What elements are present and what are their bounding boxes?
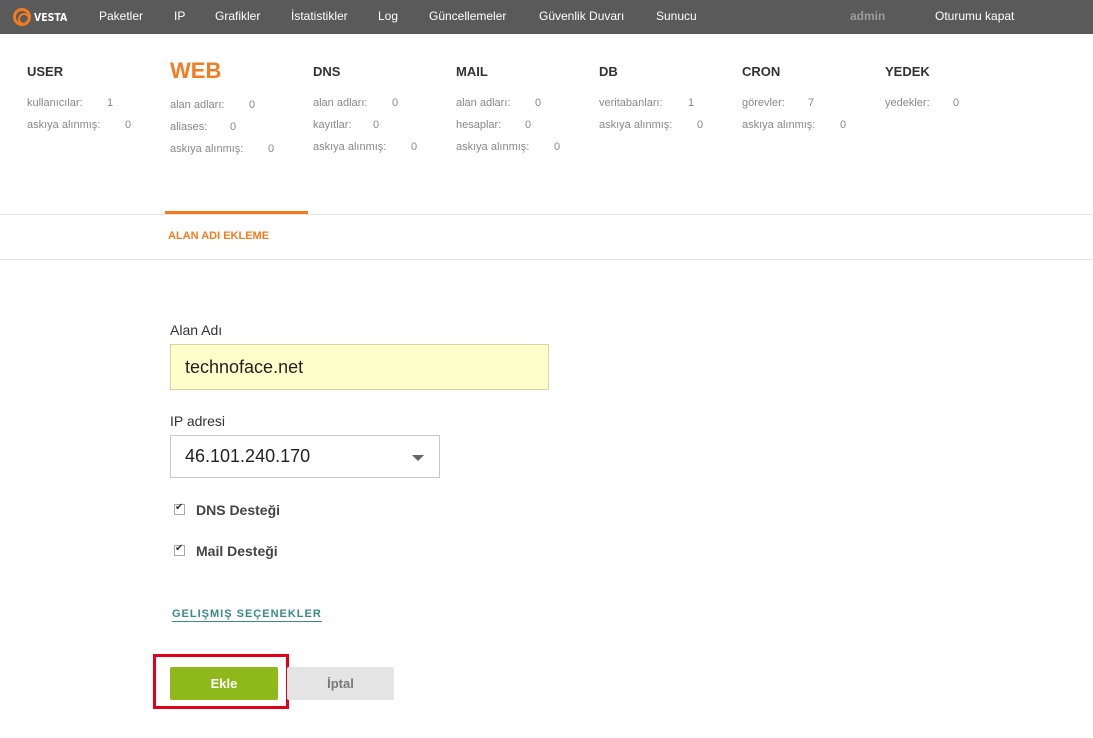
stat-row: hesaplar: 0: [456, 114, 532, 136]
nav-item-log[interactable]: Log: [378, 9, 398, 23]
logo-text: VESTA: [34, 10, 68, 24]
stat-row: askıya alınmış: 0: [313, 136, 417, 158]
divider: [0, 259, 1093, 260]
nav-user-admin[interactable]: admin: [850, 9, 885, 23]
nav-item-guvenlik-duvari[interactable]: Güvenlik Duvarı: [539, 9, 624, 23]
stat-label: askıya alınmış:: [313, 141, 387, 153]
stat-value: 0: [554, 141, 561, 153]
stat-panel-db[interactable]: DB veritabanları: 1 askıya alınmış: 0: [599, 60, 703, 136]
stat-value: 1: [107, 97, 114, 109]
stat-label: hesaplar:: [456, 119, 502, 131]
stat-value: 0: [249, 99, 256, 111]
mail-support-label[interactable]: Mail Desteği: [196, 543, 278, 559]
stat-value: 7: [808, 97, 815, 109]
stat-row: alan adları: 0: [456, 92, 541, 114]
dns-support-checkbox[interactable]: [174, 502, 185, 515]
stat-title-active[interactable]: WEB: [170, 60, 243, 84]
stat-label: görevler:: [742, 97, 785, 109]
stat-value: 1: [688, 97, 695, 109]
stat-row: askıya alınmış: 0: [27, 114, 131, 136]
stat-panel-mail[interactable]: MAIL alan adları: 0 hesaplar: 0 askıya alı…: [456, 60, 560, 158]
stat-row: görevler: 7: [742, 92, 815, 114]
stat-label: yedekler:: [885, 97, 930, 109]
ip-label: IP adresi: [170, 413, 225, 429]
stat-title[interactable]: USER: [27, 60, 100, 84]
add-button[interactable]: Ekle: [170, 667, 278, 700]
stat-row: kayıtlar: 0: [313, 114, 386, 136]
stat-label: aliases:: [170, 121, 208, 133]
stat-row: alan adları: 0: [313, 92, 398, 114]
stat-panel-cron[interactable]: CRON görevler: 7 askıya alınmış: 0: [742, 60, 846, 136]
stat-label: alan adları:: [313, 97, 368, 109]
stat-value: 0: [373, 119, 380, 131]
stat-title[interactable]: YEDEK: [885, 60, 930, 84]
mail-support-checkbox[interactable]: [174, 543, 185, 556]
stat-panel-user[interactable]: USER kullanıcılar: 1 askıya alınmış: 0: [27, 60, 131, 136]
nav-item-paketler[interactable]: Paketler: [99, 9, 143, 23]
nav-item-istatistikler[interactable]: İstatistikler: [291, 9, 348, 23]
stat-value: 0: [840, 119, 847, 131]
stat-label: askıya alınmış:: [742, 119, 816, 131]
domain-label: Alan Adı: [170, 322, 223, 338]
stat-row: kullanıcılar: 1: [27, 92, 113, 114]
stat-row: askıya alınmış: 0: [170, 138, 274, 160]
stat-panel-dns[interactable]: DNS alan adları: 0 kayıtlar: 0 askıya alın…: [313, 60, 417, 158]
top-navigation-bar: VESTA Paketler IP Grafikler İstatistikle…: [0, 0, 1093, 34]
ip-select-value: 46.101.240.170: [185, 446, 311, 466]
vesta-logo-icon: [13, 8, 31, 26]
vesta-logo[interactable]: VESTA: [13, 8, 73, 26]
ip-select[interactable]: 46.101.240.170: [170, 435, 440, 478]
nav-item-ip[interactable]: IP: [174, 9, 185, 23]
advanced-options-link[interactable]: GELIŞMIŞ SEÇENEKLER: [172, 608, 322, 622]
nav-item-guncellemeler[interactable]: Güncellemeler: [429, 9, 506, 23]
stat-row: askıya alınmış: 0: [456, 136, 560, 158]
chevron-down-icon: [412, 455, 424, 461]
divider: [0, 214, 1093, 215]
stat-value: 0: [535, 97, 542, 109]
stat-label: askıya alınmış:: [27, 119, 101, 131]
dns-support-label[interactable]: DNS Desteği: [196, 502, 280, 518]
stat-title[interactable]: DB: [599, 60, 672, 84]
stat-row: yedekler: 0: [885, 92, 959, 114]
stat-label: kayıtlar:: [313, 119, 352, 131]
stat-value: 0: [268, 143, 275, 155]
stat-label: kullanıcılar:: [27, 97, 83, 109]
stat-value: 0: [125, 119, 132, 131]
domain-input[interactable]: technoface.net: [170, 344, 549, 390]
stat-panel-web[interactable]: WEB alan adları: 0 aliases: 0 askıya alınm…: [170, 60, 274, 160]
stat-label: askıya alınmış:: [170, 143, 244, 155]
stat-title[interactable]: MAIL: [456, 60, 529, 84]
stat-row: veritabanları: 1: [599, 92, 694, 114]
logout-link[interactable]: Oturumu kapat: [935, 9, 1014, 23]
stat-label: askıya alınmış:: [456, 141, 530, 153]
stat-label: alan adları:: [456, 97, 511, 109]
section-title: ALAN ADI EKLEME: [168, 230, 270, 242]
stat-label: veritabanları:: [599, 97, 663, 109]
nav-item-grafikler[interactable]: Grafikler: [215, 9, 260, 23]
stat-value: 0: [953, 97, 960, 109]
stat-value: 0: [230, 121, 237, 133]
stat-value: 0: [411, 141, 418, 153]
stat-panel-yedek[interactable]: YEDEK yedekler: 0: [885, 60, 959, 114]
stat-label: alan adları:: [170, 99, 225, 111]
stat-row: askıya alınmış: 0: [599, 114, 703, 136]
stat-row: askıya alınmış: 0: [742, 114, 846, 136]
nav-item-sunucu[interactable]: Sunucu: [656, 9, 697, 23]
stat-value: 0: [697, 119, 704, 131]
stat-title[interactable]: DNS: [313, 60, 386, 84]
stat-row: alan adları: 0: [170, 94, 255, 116]
cancel-button[interactable]: İptal: [287, 667, 394, 700]
stat-row: aliases: 0: [170, 116, 243, 138]
stat-value: 0: [392, 97, 399, 109]
stat-title[interactable]: CRON: [742, 60, 815, 84]
stat-value: 0: [525, 119, 532, 131]
stat-label: askıya alınmış:: [599, 119, 673, 131]
